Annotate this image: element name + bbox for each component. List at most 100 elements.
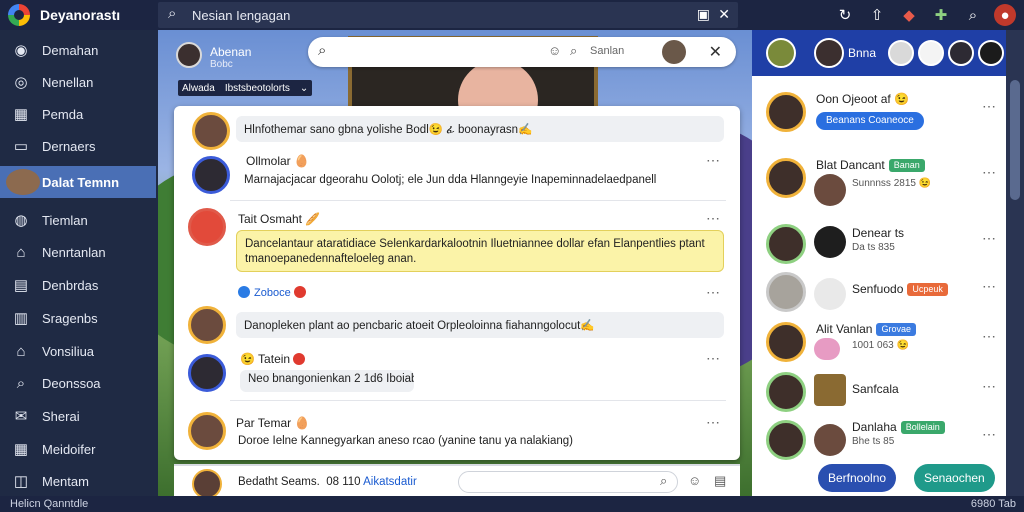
message-bubble[interactable]: Marnajacjacar dgeorahu Oolotj; ele Jun d… (236, 168, 724, 194)
avatar[interactable] (188, 306, 226, 344)
avatar[interactable] (766, 372, 806, 412)
reply-icon (238, 286, 250, 298)
post-author: 😉 Tatein (240, 352, 306, 366)
calendar-icon: ▤ (13, 277, 29, 294)
avatar[interactable] (766, 158, 806, 198)
avatar[interactable] (188, 208, 226, 246)
more-options-icon[interactable]: ⋯ (706, 152, 721, 169)
message-bubble[interactable]: Danopleken plant ao pencbaric atoeit Orp… (236, 312, 724, 338)
avatar[interactable] (662, 40, 686, 64)
sidebar-item-4[interactable]: Dalat Temnn (0, 166, 156, 198)
avatar[interactable] (814, 278, 846, 310)
message-input[interactable] (458, 471, 678, 493)
primary-action-button[interactable]: Berfnoolno (818, 464, 897, 492)
contact-item[interactable]: Blat Dancant Banan Sunnnss 2815 😉 ⋯ (752, 152, 1006, 216)
avatar[interactable] (176, 42, 202, 68)
close-icon[interactable]: ✕ (709, 42, 722, 62)
sidebar-item-9[interactable]: ⌂ Vonsiliua (0, 335, 156, 367)
avatar[interactable] (814, 38, 844, 68)
more-options-icon[interactable]: ⋯ (982, 378, 996, 395)
emoji-icon[interactable]: ☺ (548, 43, 561, 58)
avatar[interactable] (192, 469, 222, 496)
sidebar-item-8[interactable]: ▥ Sragenbs (0, 302, 156, 334)
gift-icon[interactable]: ✚ (930, 4, 952, 26)
avatar[interactable] (192, 156, 230, 194)
sidebar-item-1[interactable]: ◎ Nenellan (0, 66, 156, 98)
avatar[interactable] (766, 38, 796, 68)
sidebar-item-13[interactable]: ◫ Mentam (0, 465, 156, 497)
search-icon[interactable]: ⌕ (962, 4, 984, 26)
avatar[interactable] (978, 40, 1004, 66)
search-icon[interactable]: ⌕ (570, 43, 577, 59)
avatar[interactable] (766, 224, 806, 264)
reply-chip[interactable]: Zoboce (238, 286, 306, 299)
avatar[interactable] (766, 92, 806, 132)
profile-chip[interactable]: Alwada Ibstsbeotolorts ⌄ (178, 80, 313, 96)
scrollbar-thumb[interactable] (1010, 80, 1020, 200)
avatar[interactable] (918, 40, 944, 66)
sidebar-item-0[interactable]: ◉ Demahan (0, 34, 156, 66)
tv-icon: ▭ (13, 138, 29, 155)
feed-search[interactable]: ⌕ ☺ ⌕ Sanlan ✕ (308, 37, 736, 67)
collapse-icon[interactable]: ✕ (718, 6, 730, 23)
top-search-text: Nesian Iengagan (192, 8, 291, 23)
upload-icon[interactable]: ⇧ (866, 4, 888, 26)
avatar[interactable] (766, 420, 806, 460)
group-icon: ◍ (14, 212, 28, 229)
secondary-action-button[interactable]: Senaochen (914, 464, 995, 492)
status-badge (293, 286, 306, 298)
avatar[interactable] (948, 40, 974, 66)
sidebar-item-7[interactable]: ▤ Denbrdas (0, 269, 156, 301)
avatar[interactable] (888, 40, 914, 66)
keyboard-icon[interactable]: ▣ (697, 6, 710, 23)
more-options-icon[interactable]: ⋯ (982, 426, 996, 443)
avatar[interactable] (814, 226, 846, 258)
home-icon: ⌂ (16, 342, 26, 360)
avatar[interactable] (188, 412, 226, 450)
refresh-icon[interactable]: ↻ (834, 4, 856, 26)
avatar[interactable] (814, 424, 846, 456)
avatar[interactable] (814, 374, 846, 406)
top-search-bar[interactable]: ⌕ Nesian Iengagan ▣ ✕ (158, 2, 738, 28)
more-options-icon[interactable]: ⋯ (706, 350, 721, 367)
sidebar-item-6[interactable]: ⌂ Nenrtanlan (0, 236, 156, 268)
avatar[interactable] (188, 354, 226, 392)
sidebar-item-11[interactable]: ✉ Sherai (0, 400, 156, 432)
more-options-icon[interactable]: ⋯ (706, 284, 721, 301)
more-options-icon[interactable]: ⋯ (706, 414, 721, 431)
avatar[interactable] (766, 322, 806, 362)
avatar[interactable] (766, 272, 806, 312)
more-options-icon[interactable]: ⋯ (982, 328, 996, 345)
composer: Bedatht Seams. 08 110 Aikatsdatir ⌕ ☺ ▤ (174, 464, 740, 496)
more-options-icon[interactable]: ⋯ (706, 210, 721, 227)
more-options-icon[interactable]: ⋯ (982, 278, 996, 295)
contacts-header: Bnna (752, 30, 1006, 76)
game-icon[interactable]: ◆ (898, 4, 920, 26)
app-logo-icon[interactable] (8, 4, 30, 26)
attach-icon[interactable]: ▤ (714, 473, 726, 489)
sidebar-item-3[interactable]: ▭ Dernaers (0, 130, 156, 162)
avatar[interactable] (192, 112, 230, 150)
search-icon[interactable]: ⌕ (660, 473, 667, 489)
search-people-icon: ⌕ (16, 374, 26, 392)
highlighted-message[interactable]: Dancelantaur ataratidiace Selenkardarkal… (236, 230, 724, 272)
avatar-icon[interactable]: ● (994, 4, 1016, 26)
sidebar-item-12[interactable]: ▦ Meidoifer (0, 433, 156, 465)
message-bubble[interactable]: Hlnfothemar sano gbna yolishe Bodl😉 ፊ bo… (236, 116, 724, 142)
sidebar-item-2[interactable]: ▦ Pemda (0, 98, 156, 130)
message-bubble[interactable]: Neo bnangonienkan 2 1d6 Iboiabis (240, 370, 414, 392)
avatar[interactable] (814, 174, 846, 206)
scrollbar[interactable] (1006, 30, 1024, 496)
contacts-panel: Bnna Oon Ojeoot af 😉 Beanans Coaneoce ⋯ … (752, 30, 1024, 496)
emoji-icon[interactable]: ☺ (688, 473, 701, 488)
avatar[interactable] (814, 338, 840, 360)
sidebar-item-5[interactable]: ◍ Tiemlan (0, 204, 156, 236)
more-options-icon[interactable]: ⋯ (982, 98, 996, 115)
contact-action-button[interactable]: Beanans Coaneoce (816, 112, 924, 130)
status-badge: Grovae (876, 323, 916, 336)
contact-item[interactable]: Oon Ojeoot af 😉 Beanans Coaneoce ⋯ (752, 86, 1006, 150)
sidebar-item-10[interactable]: ⌕ Deonssoa (0, 367, 156, 399)
more-options-icon[interactable]: ⋯ (982, 230, 996, 247)
more-options-icon[interactable]: ⋯ (982, 164, 996, 181)
message-bubble[interactable]: Doroe Ielne Kannegyarkan aneso rcao (yan… (230, 432, 724, 454)
